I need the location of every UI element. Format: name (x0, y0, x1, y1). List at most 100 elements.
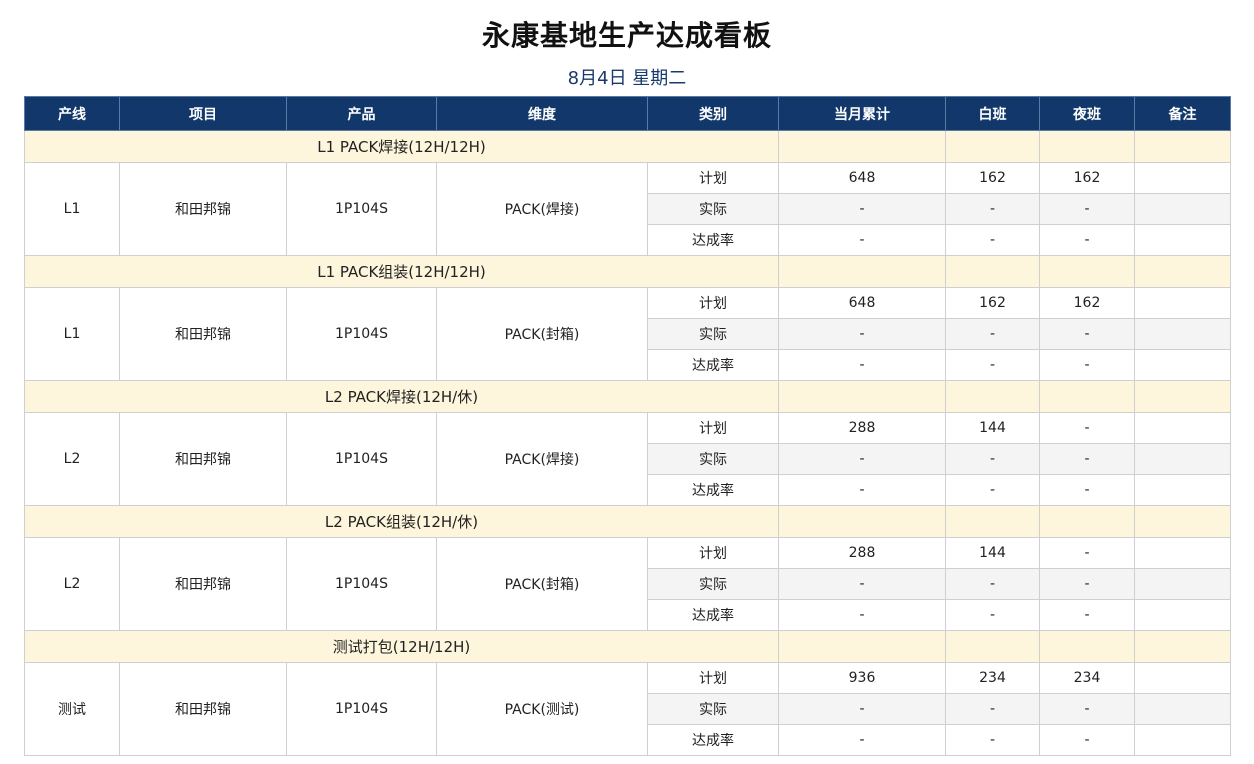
project-cell: 和田邦锦 (119, 287, 287, 381)
day-shift-cell: - (945, 349, 1040, 381)
month-total-cell: - (778, 693, 946, 725)
day-shift-cell: - (945, 568, 1040, 600)
group-filler (1134, 505, 1231, 538)
group-filler (1039, 130, 1135, 163)
category-cell: 计划 (647, 287, 779, 319)
night-shift-cell: - (1039, 318, 1135, 350)
day-shift-cell: 162 (945, 162, 1040, 194)
category-cell: 达成率 (647, 724, 779, 756)
day-shift-cell: - (945, 599, 1040, 631)
category-cell: 达成率 (647, 474, 779, 506)
night-shift-cell: - (1039, 193, 1135, 225)
group-filler (1039, 255, 1135, 288)
month-total-cell: - (778, 224, 946, 256)
day-shift-cell: 144 (945, 412, 1040, 444)
night-shift-cell: - (1039, 568, 1135, 600)
day-shift-cell: 234 (945, 662, 1040, 694)
project-cell: 和田邦锦 (119, 162, 287, 256)
category-cell: 计划 (647, 537, 779, 569)
month-total-cell: 288 (778, 412, 946, 444)
night-shift-cell: - (1039, 693, 1135, 725)
category-cell: 实际 (647, 193, 779, 225)
note-cell (1134, 287, 1231, 319)
note-cell (1134, 412, 1231, 444)
note-cell (1134, 443, 1231, 475)
night-shift-cell: 162 (1039, 162, 1135, 194)
category-cell: 计划 (647, 162, 779, 194)
dimension-cell: PACK(封箱) (436, 287, 648, 381)
night-shift-cell: - (1039, 443, 1135, 475)
night-shift-cell: 162 (1039, 287, 1135, 319)
day-shift-cell: - (945, 224, 1040, 256)
group-filler (778, 505, 946, 538)
day-shift-cell: - (945, 474, 1040, 506)
group-filler (1134, 630, 1231, 663)
night-shift-cell: - (1039, 474, 1135, 506)
group-title: L1 PACK焊接(12H/12H) (24, 130, 779, 163)
group-filler (778, 380, 946, 413)
note-cell (1134, 537, 1231, 569)
group-header-row: 测试打包(12H/12H) (24, 630, 1231, 663)
product-cell: 1P104S (286, 537, 437, 631)
category-cell: 实际 (647, 443, 779, 475)
group-filler (778, 255, 946, 288)
note-cell (1134, 318, 1231, 350)
note-cell (1134, 193, 1231, 225)
night-shift-cell: - (1039, 224, 1135, 256)
production-board-table: 产线 项目 产品 维度 类别 当月累计 白班 夜班 备注 L1 PACK焊接(1… (24, 96, 1231, 756)
group-filler (1039, 380, 1135, 413)
month-total-cell: - (778, 193, 946, 225)
note-cell (1134, 693, 1231, 725)
project-cell: 和田邦锦 (119, 412, 287, 506)
header-product: 产品 (286, 96, 437, 131)
group-header-row: L2 PACK组装(12H/休) (24, 505, 1231, 538)
product-cell: 1P104S (286, 412, 437, 506)
header-line: 产线 (24, 96, 120, 131)
group-filler (945, 130, 1040, 163)
category-cell: 达成率 (647, 599, 779, 631)
night-shift-cell: - (1039, 412, 1135, 444)
month-total-cell: - (778, 724, 946, 756)
note-cell (1134, 724, 1231, 756)
month-total-cell: 288 (778, 537, 946, 569)
group-filler (778, 130, 946, 163)
header-night-shift: 夜班 (1039, 96, 1135, 131)
category-cell: 达成率 (647, 224, 779, 256)
group-filler (1134, 130, 1231, 163)
group-header-row: L2 PACK焊接(12H/休) (24, 380, 1231, 413)
day-shift-cell: - (945, 318, 1040, 350)
dimension-cell: PACK(测试) (436, 662, 648, 756)
header-note: 备注 (1134, 96, 1231, 131)
day-shift-cell: - (945, 693, 1040, 725)
month-total-cell: - (778, 474, 946, 506)
note-cell (1134, 662, 1231, 694)
line-cell: L2 (24, 412, 120, 506)
group-filler (1134, 255, 1231, 288)
group-title: L2 PACK组装(12H/休) (24, 505, 779, 538)
header-dimension: 维度 (436, 96, 648, 131)
group-filler (1039, 630, 1135, 663)
note-cell (1134, 349, 1231, 381)
category-cell: 达成率 (647, 349, 779, 381)
line-cell: L1 (24, 287, 120, 381)
table-row: L1 和田邦锦 1P104S PACK(焊接) 计划 648 162 162 (24, 162, 1231, 256)
month-total-cell: 648 (778, 287, 946, 319)
month-total-cell: - (778, 349, 946, 381)
note-cell (1134, 224, 1231, 256)
group-title: 测试打包(12H/12H) (24, 630, 779, 663)
group-filler (1134, 380, 1231, 413)
note-cell (1134, 599, 1231, 631)
month-total-cell: - (778, 318, 946, 350)
group-header-row: L1 PACK组装(12H/12H) (24, 255, 1231, 288)
line-cell: L1 (24, 162, 120, 256)
group-header-row: L1 PACK焊接(12H/12H) (24, 130, 1231, 163)
group-filler (945, 630, 1040, 663)
note-cell (1134, 568, 1231, 600)
month-total-cell: - (778, 599, 946, 631)
project-cell: 和田邦锦 (119, 662, 287, 756)
night-shift-cell: - (1039, 537, 1135, 569)
table-row: L2 和田邦锦 1P104S PACK(封箱) 计划 288 144 - (24, 537, 1231, 631)
day-shift-cell: - (945, 724, 1040, 756)
category-cell: 实际 (647, 693, 779, 725)
product-cell: 1P104S (286, 662, 437, 756)
